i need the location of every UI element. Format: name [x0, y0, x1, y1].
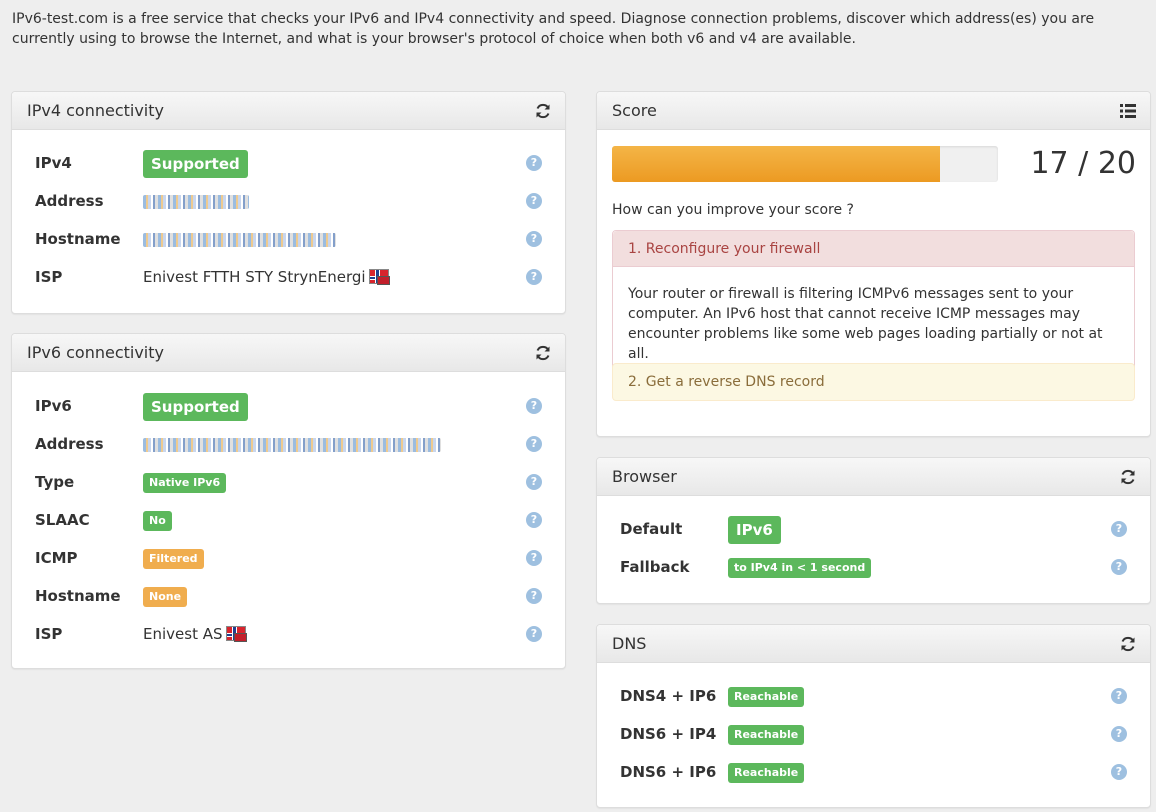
isp-value: Enivest FTTH STY StrynEnergi: [143, 268, 390, 286]
row-label: DNS6 + IP6: [620, 763, 717, 781]
row-label: Fallback: [620, 558, 690, 576]
help-icon[interactable]: ?: [526, 398, 542, 414]
reverse-dns-tip[interactable]: 2. Get a reverse DNS record: [612, 363, 1135, 401]
ipv4-panel-header: IPv4 connectivity: [12, 92, 565, 130]
help-icon[interactable]: ?: [1111, 559, 1127, 575]
row-label: ISP: [35, 625, 63, 643]
address-row: Address ?: [35, 432, 542, 458]
dns-panel-header: DNS: [597, 625, 1150, 663]
type-badge: Native IPv6: [143, 473, 227, 493]
norway-flag-icon: [368, 269, 390, 285]
row-label: Hostname: [35, 230, 121, 248]
fallback-row: Fallback to IPv4 in < 1 second ?: [620, 555, 1127, 581]
row-label: IPv4: [35, 154, 72, 172]
firewall-tip-header[interactable]: 1. Reconfigure your firewall: [613, 231, 1134, 267]
isp-value: Enivest AS: [143, 625, 247, 643]
default-badge: IPv6: [728, 516, 781, 544]
redacted-address: [143, 438, 441, 452]
firewall-tip: 1. Reconfigure your firewall Your router…: [612, 230, 1135, 380]
row-label: Address: [35, 435, 104, 453]
dns6-ip6-row: DNS6 + IP6 Reachable ?: [620, 760, 1127, 786]
dns4-ip6-row: DNS4 + IP6 Reachable ?: [620, 684, 1127, 710]
reachable-badge: Reachable: [728, 687, 805, 707]
help-icon[interactable]: ?: [526, 231, 542, 247]
browser-panel: Browser Default IPv6 ? Fallback to IPv4 …: [596, 457, 1151, 604]
row-label: Default: [620, 520, 683, 538]
score-panel-title: Score: [612, 101, 657, 120]
redacted-hostname: [143, 233, 336, 247]
default-row: Default IPv6 ?: [620, 516, 1127, 544]
reachable-badge: Reachable: [728, 725, 805, 745]
help-icon[interactable]: ?: [1111, 688, 1127, 704]
norway-flag-icon: [225, 626, 247, 642]
type-row: Type Native IPv6 ?: [35, 470, 542, 496]
isp-row: ISP Enivest FTTH STY StrynEnergi ?: [35, 265, 542, 291]
score-panel: Score 17 / 20 How can you improve your s…: [596, 91, 1151, 437]
browser-panel-header: Browser: [597, 458, 1150, 496]
row-label: SLAAC: [35, 511, 90, 529]
help-icon[interactable]: ?: [1111, 726, 1127, 742]
help-icon[interactable]: ?: [526, 436, 542, 452]
row-label: Address: [35, 192, 104, 210]
help-icon[interactable]: ?: [526, 474, 542, 490]
intro-text: IPv6-test.com is a free service that che…: [12, 11, 1095, 47]
row-label: Hostname: [35, 587, 121, 605]
help-icon[interactable]: ?: [526, 626, 542, 642]
row-label: ISP: [35, 268, 63, 286]
hostname-row: Hostname None ?: [35, 584, 542, 610]
list-icon[interactable]: [1119, 102, 1137, 120]
status-badge: Supported: [143, 393, 248, 421]
score-progress-fill: [612, 146, 941, 182]
refresh-icon[interactable]: [1119, 468, 1137, 486]
row-label: IPv6: [35, 397, 72, 415]
slaac-badge: No: [143, 511, 172, 531]
help-icon[interactable]: ?: [526, 588, 542, 604]
icmp-badge: Filtered: [143, 549, 204, 569]
help-icon[interactable]: ?: [526, 512, 542, 528]
status-badge: Supported: [143, 150, 248, 178]
icmp-row: ICMP Filtered ?: [35, 546, 542, 572]
row-label: Type: [35, 473, 75, 491]
reachable-badge: Reachable: [728, 763, 805, 783]
improve-prompt: How can you improve your score ?: [612, 202, 854, 218]
score-value: 17 / 20: [1030, 146, 1136, 181]
help-icon[interactable]: ?: [526, 155, 542, 171]
refresh-icon[interactable]: [1119, 635, 1137, 653]
ipv4-row: IPv4 Supported ?: [35, 150, 542, 178]
help-icon[interactable]: ?: [526, 193, 542, 209]
ipv6-row: IPv6 Supported ?: [35, 393, 542, 421]
score-progress-bar: [612, 146, 998, 182]
ipv4-panel: IPv4 connectivity IPv4 Supported ? Addre…: [11, 91, 566, 314]
fallback-badge: to IPv4 in < 1 second: [728, 558, 872, 578]
dns-panel: DNS DNS4 + IP6 Reachable ? DNS6 + IP4 Re…: [596, 624, 1151, 808]
isp-row: ISP Enivest AS ?: [35, 622, 542, 648]
help-icon[interactable]: ?: [1111, 764, 1127, 780]
help-icon[interactable]: ?: [526, 269, 542, 285]
help-icon[interactable]: ?: [1111, 521, 1127, 537]
dns-panel-title: DNS: [612, 634, 647, 653]
row-label: DNS6 + IP4: [620, 725, 717, 743]
browser-panel-title: Browser: [612, 467, 677, 486]
refresh-icon[interactable]: [534, 102, 552, 120]
hostname-badge: None: [143, 587, 188, 607]
ipv6-panel-header: IPv6 connectivity: [12, 334, 565, 372]
row-label: ICMP: [35, 549, 78, 567]
dns6-ip4-row: DNS6 + IP4 Reachable ?: [620, 722, 1127, 748]
score-panel-header: Score: [597, 92, 1150, 130]
redacted-address: [143, 195, 249, 209]
refresh-icon[interactable]: [534, 344, 552, 362]
ipv6-panel-title: IPv6 connectivity: [27, 343, 164, 362]
hostname-row: Hostname ?: [35, 227, 542, 253]
row-label: DNS4 + IP6: [620, 687, 717, 705]
ipv6-panel: IPv6 connectivity IPv6 Supported ? Addre…: [11, 333, 566, 669]
ipv4-panel-title: IPv4 connectivity: [27, 101, 164, 120]
slaac-row: SLAAC No ?: [35, 508, 542, 534]
help-icon[interactable]: ?: [526, 550, 542, 566]
address-row: Address ?: [35, 189, 542, 215]
